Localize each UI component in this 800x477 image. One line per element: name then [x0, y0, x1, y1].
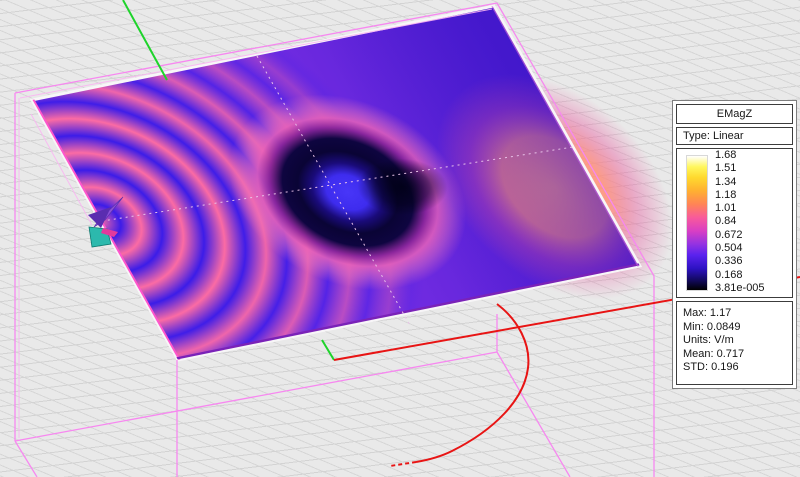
scale-value: 0.504 — [715, 242, 743, 255]
stat-line: Max: 1.17 — [683, 307, 732, 319]
stat-line: STD: 0.196 — [683, 361, 739, 373]
scale-value: 1.51 — [715, 162, 737, 175]
scale-value: 0.84 — [715, 215, 737, 228]
scale-value: 1.01 — [715, 202, 737, 215]
field-right-shade — [32, 6, 641, 361]
legend-title: EMagZ — [676, 104, 793, 124]
red-arc-dashed-tail — [389, 461, 417, 467]
scale-value: 0.672 — [715, 228, 743, 241]
scale-value: 1.34 — [715, 175, 737, 188]
legend-colorbar: 1.68 1.51 1.34 1.18 1.01 0.84 0.672 0.50… — [676, 148, 793, 298]
stat-line: Mean: 0.717 — [683, 347, 745, 360]
legend-stats: Max: 1.17 Min: 0.0849 Units: V/m Mean: 0… — [676, 301, 793, 385]
results-legend[interactable]: EMagZ Type: Linear 1.68 1.51 1.34 1.18 1… — [672, 100, 797, 389]
scale-value: 0.168 — [715, 268, 743, 281]
colorbar-labels: 1.68 1.51 1.34 1.18 1.01 0.84 0.672 0.50… — [715, 150, 765, 294]
colorbar-gradient — [686, 155, 708, 291]
scale-value: 0.336 — [715, 255, 743, 268]
field-plane[interactable] — [29, 0, 717, 384]
stat-line: Min: 0.0849 — [683, 320, 741, 333]
scale-value: 1.68 — [715, 149, 737, 161]
scale-value: 1.18 — [715, 188, 737, 201]
legend-scale-type: Type: Linear — [676, 127, 793, 145]
simulation-viewport[interactable]: EMagZ Type: Linear 1.68 1.51 1.34 1.18 1… — [0, 0, 800, 477]
scale-value: 3.81e-005 — [715, 281, 765, 294]
stat-line: Units: V/m — [683, 334, 734, 346]
